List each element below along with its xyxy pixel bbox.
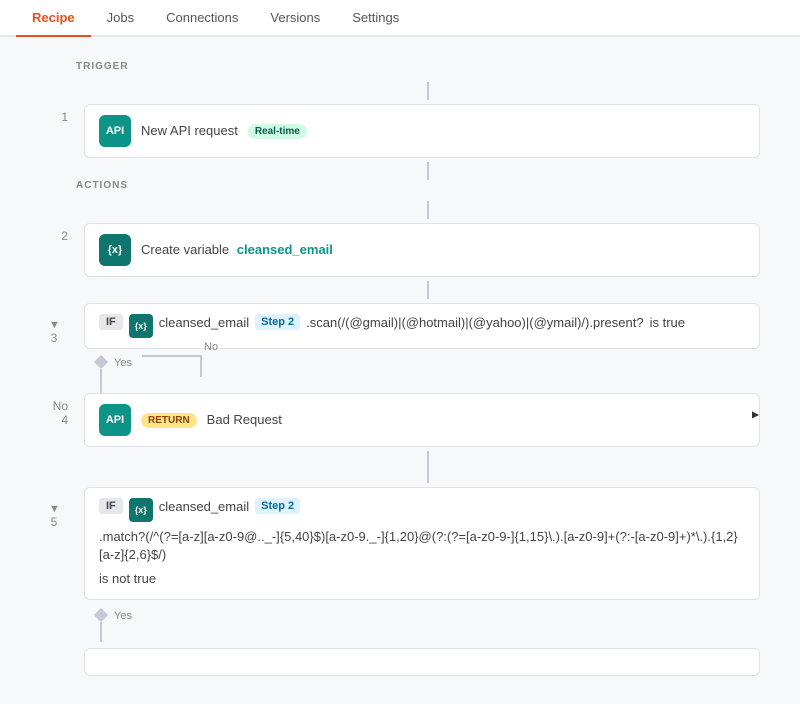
step-4-icon: API (99, 404, 131, 436)
step-3-yes-label: Yes (114, 355, 132, 369)
step-5-code: .match?(/^(?=[a-z][a-z0-9@.._-]{5,40}$)[… (99, 528, 745, 564)
step-1-badge: Real-time (248, 124, 307, 139)
step-3-collapse[interactable]: ▼ (49, 309, 65, 331)
step-3-no-label: No (204, 339, 218, 353)
step-2-title: Create variable cleansed_email (141, 241, 333, 259)
step-5-row: ▼ 5 IF {x} cleansed_email Step 2 .match?… (40, 483, 760, 680)
step-5-var: cleansed_email (159, 498, 249, 516)
step-5-sub-card-partial (76, 644, 760, 680)
step-1-icon: API (99, 115, 131, 147)
connector-line-pre1 (427, 82, 429, 100)
step-3-code: .scan(/(@gmail)|(@hotmail)|(@yahoo)|(@ym… (306, 314, 643, 332)
step-5-ref: Step 2 (255, 498, 300, 514)
step-4-number: 4 (61, 413, 68, 427)
step-1-title: New API request (141, 122, 238, 140)
step-5-icon: {x} (129, 498, 153, 522)
step-2-row: 2 {x} Create variable cleansed_email (40, 219, 760, 281)
connector-line-45 (427, 451, 429, 469)
step-4-no-text: No (53, 399, 68, 413)
step-3-if-label: IF (99, 314, 123, 330)
no-v-line (200, 357, 202, 377)
tab-versions[interactable]: Versions (254, 0, 336, 37)
connector-line-actions (427, 162, 429, 180)
step-3-icon: {x} (129, 314, 153, 338)
tab-bar: Recipe Jobs Connections Versions Setting… (0, 0, 800, 37)
step-4-outer: No 4 API RETURN Bad Request (40, 389, 760, 451)
step-4-badge: RETURN (141, 413, 197, 428)
connector-line-pre5 (427, 469, 429, 483)
step-5-yes-diamond (94, 607, 108, 621)
step-5-yes-branch: Yes (96, 606, 132, 642)
api-icon-4: API (106, 414, 124, 426)
api-icon: API (106, 125, 124, 137)
step-3-number: 3 (51, 331, 64, 345)
step-3-suffix: is true (650, 314, 685, 332)
step-1-row: 1 API New API request Real-time (40, 100, 760, 162)
step-5-suffix: is not true (99, 570, 156, 588)
step-2-var-name: cleansed_email (237, 242, 333, 257)
step-3-var: cleansed_email (159, 314, 249, 332)
trigger-section-label: TRIGGER (76, 61, 760, 72)
step-3-card[interactable]: IF {x} cleansed_email Step 2 .scan(/(@gm… (84, 303, 760, 349)
tab-recipe[interactable]: Recipe (16, 0, 91, 37)
connector-line-pre3 (427, 281, 429, 299)
step-5-collapse[interactable]: ▼ (49, 493, 65, 515)
yes5-line-down (100, 622, 102, 642)
step-5-card[interactable]: IF {x} cleansed_email Step 2 .match?(/^(… (84, 487, 760, 600)
tab-settings[interactable]: Settings (336, 0, 415, 37)
step-4-card[interactable]: API RETURN Bad Request (84, 393, 760, 447)
tab-connections[interactable]: Connections (150, 0, 254, 37)
step-1-number: 1 (61, 110, 68, 124)
step-5-sub-card[interactable] (84, 648, 760, 676)
step-2-icon: {x} (99, 234, 131, 266)
step-1-card[interactable]: API New API request Real-time (84, 104, 760, 158)
step-5-branches: Yes (76, 606, 760, 642)
variable-icon: {x} (108, 244, 123, 256)
step-3-ref: Step 2 (255, 314, 300, 330)
step-3-row: ▼ 3 IF {x} cleansed_email Step 2 .scan(/… (40, 299, 760, 399)
step-2-number: 2 (61, 229, 68, 243)
tab-jobs[interactable]: Jobs (91, 0, 150, 37)
step-5-yes-label: Yes (114, 608, 132, 622)
connector-line-pre2 (427, 201, 429, 219)
actions-section-label: ACTIONS (76, 180, 760, 191)
main-content: TRIGGER 1 API New API request Real-time … (0, 37, 800, 704)
step-3-yes-diamond (94, 355, 108, 369)
step-5-if-label: IF (99, 498, 123, 514)
step-2-card[interactable]: {x} Create variable cleansed_email (84, 223, 760, 277)
step-5-number: 5 (51, 515, 64, 529)
step-4-title: Bad Request (207, 411, 282, 429)
